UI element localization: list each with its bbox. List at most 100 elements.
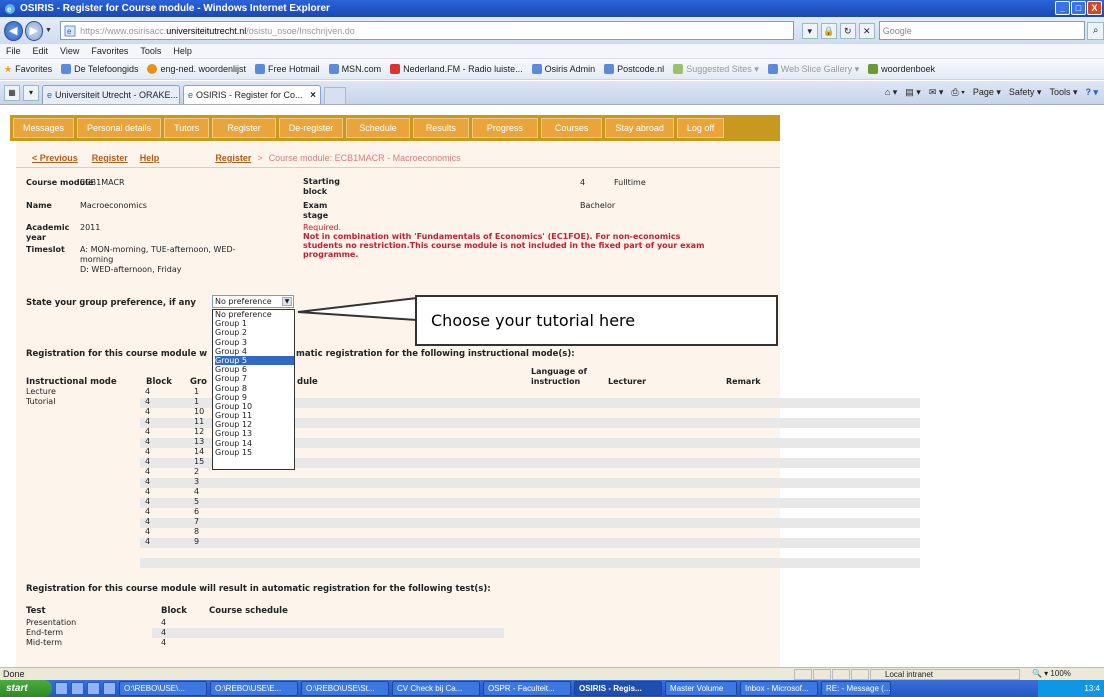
task-inbox[interactable]: Inbox - Microsof... bbox=[740, 681, 818, 696]
nav-schedule[interactable]: Schedule bbox=[346, 118, 410, 138]
nav-courses[interactable]: Courses bbox=[540, 118, 603, 138]
option-item[interactable]: Group 4 bbox=[215, 347, 294, 356]
address-input[interactable]: e https://www.osirisacc. universiteitutre… bbox=[60, 21, 794, 40]
option-item[interactable]: Group 3 bbox=[215, 338, 294, 347]
option-item[interactable]: Group 15 bbox=[215, 448, 294, 457]
option-item[interactable]: Group 11 bbox=[215, 411, 294, 420]
fav-telefoongids[interactable]: De Telefoongids bbox=[61, 64, 138, 74]
print-icon[interactable]: ⎙ ▾ bbox=[951, 87, 964, 98]
name-label: Name bbox=[26, 201, 52, 210]
maximize-button[interactable]: □ bbox=[1071, 1, 1086, 15]
option-item[interactable]: Group 14 bbox=[215, 439, 294, 448]
new-tab-button[interactable] bbox=[324, 87, 346, 104]
refresh-icon[interactable]: ↻ bbox=[839, 22, 856, 39]
tools-menu[interactable]: Tools ▾ bbox=[1049, 87, 1077, 98]
search-icon[interactable]: ⌕ bbox=[1087, 21, 1104, 40]
task-osiris[interactable]: OSIRIS - Regis... bbox=[574, 681, 662, 696]
favorites-button[interactable]: ★ Favorites bbox=[4, 64, 52, 75]
status-cell bbox=[851, 669, 869, 680]
help-link[interactable]: Help bbox=[140, 153, 160, 163]
menu-file[interactable]: File bbox=[6, 46, 21, 56]
page-icon bbox=[61, 64, 72, 74]
group-preference-select[interactable]: No preference ▼ bbox=[212, 295, 294, 308]
fav-msn[interactable]: MSN.com bbox=[328, 64, 381, 74]
quicklaunch-excel-icon[interactable] bbox=[103, 682, 116, 695]
back-button[interactable]: ◀ bbox=[4, 20, 23, 41]
menu-help[interactable]: Help bbox=[173, 46, 192, 56]
address-dropdown-icon[interactable]: ▾ bbox=[801, 22, 818, 39]
menu-view[interactable]: View bbox=[60, 46, 79, 56]
nav-messages[interactable]: Messages bbox=[13, 118, 75, 138]
fav-hotmail[interactable]: Free Hotmail bbox=[255, 64, 320, 74]
fav-suggested-sites[interactable]: Suggested Sites ▾ bbox=[673, 64, 759, 75]
crumb-register-link[interactable]: Register bbox=[215, 153, 251, 163]
nav-tutors[interactable]: Tutors bbox=[164, 118, 210, 138]
start-button[interactable]: start bbox=[0, 680, 52, 697]
quicklaunch-word-icon[interactable] bbox=[87, 682, 100, 695]
menu-tools[interactable]: Tools bbox=[140, 46, 161, 56]
quicklaunch-ie-icon[interactable] bbox=[55, 682, 68, 695]
task-message[interactable]: RE: - Message (... bbox=[821, 681, 891, 696]
close-window-button[interactable]: X bbox=[1087, 1, 1102, 15]
nav-personal-details[interactable]: Personal details bbox=[77, 118, 162, 138]
option-item[interactable]: Group 10 bbox=[215, 402, 294, 411]
table-cell: 7 bbox=[194, 517, 200, 526]
forward-button[interactable]: ▶ bbox=[24, 20, 43, 41]
nav-results[interactable]: Results bbox=[412, 118, 469, 138]
page-icon: e bbox=[47, 90, 53, 100]
feeds-icon[interactable]: ▤ ▾ bbox=[905, 87, 921, 98]
option-item-highlighted[interactable]: Group 5 bbox=[215, 355, 294, 366]
fav-nederland-fm[interactable]: Nederland.FM - Radio luiste... bbox=[390, 64, 523, 74]
fav-woordenlijst[interactable]: eng-ned. woordenlijst bbox=[147, 64, 246, 74]
tab-osiris[interactable]: e OSIRIS - Register for Co... × bbox=[183, 85, 321, 104]
quicklaunch-desktop-icon[interactable] bbox=[71, 682, 84, 695]
security-zone[interactable]: Local intranet bbox=[870, 669, 1020, 680]
search-input[interactable]: Google bbox=[878, 21, 1086, 40]
mail-icon[interactable]: ✉ ▾ bbox=[929, 87, 944, 98]
fav-osiris-admin[interactable]: Osiris Admin bbox=[531, 64, 595, 74]
table-cell: 4 bbox=[161, 638, 167, 647]
tab-orakel[interactable]: e Universiteit Utrecht - ORAKE... bbox=[42, 85, 180, 104]
page-menu[interactable]: Page ▾ bbox=[973, 87, 1001, 98]
history-dropdown-icon[interactable]: ▼ bbox=[45, 27, 54, 34]
fav-postcode[interactable]: Postcode.nl bbox=[604, 64, 664, 74]
option-item[interactable]: Group 8 bbox=[215, 384, 294, 393]
task-master-volume[interactable]: Master Volume bbox=[665, 681, 737, 696]
option-item[interactable]: Group 1 bbox=[215, 319, 294, 328]
option-item[interactable]: Group 2 bbox=[215, 328, 294, 337]
minimize-button[interactable]: _ bbox=[1055, 1, 1070, 15]
option-item[interactable]: Group 12 bbox=[215, 420, 294, 429]
zoom-control[interactable]: 🔍 ▾ 100% bbox=[1024, 669, 1104, 680]
stop-icon[interactable]: ✕ bbox=[858, 22, 875, 39]
home-icon[interactable]: ⌂ ▾ bbox=[885, 87, 897, 98]
nav-de-register[interactable]: De-register bbox=[278, 118, 344, 138]
option-item[interactable]: No preference bbox=[215, 310, 294, 319]
fav-woordenboek[interactable]: woordenboek bbox=[868, 64, 935, 74]
task-ospr[interactable]: OSPR - Faculteit... bbox=[483, 681, 571, 696]
nav-stay-abroad[interactable]: Stay abroad bbox=[605, 118, 674, 138]
fav-web-slice-gallery[interactable]: Web Slice Gallery ▾ bbox=[767, 64, 859, 75]
nav-register[interactable]: Register bbox=[212, 118, 276, 138]
group-preference-options[interactable]: No preference Group 1 Group 2 Group 3 Gr… bbox=[212, 309, 295, 470]
lock-icon[interactable]: 🔒 bbox=[820, 22, 837, 39]
task-cv-check[interactable]: CV Check bij Ca... bbox=[392, 681, 480, 696]
option-item[interactable]: Group 6 bbox=[215, 365, 294, 374]
register-link[interactable]: Register bbox=[92, 153, 128, 163]
option-item[interactable]: Group 13 bbox=[215, 429, 294, 438]
menu-edit[interactable]: Edit bbox=[33, 46, 49, 56]
tab-list-icon[interactable]: ▾ bbox=[23, 85, 39, 101]
task-folder-2[interactable]: O:\REBO\USE\E... bbox=[210, 681, 298, 696]
task-folder-3[interactable]: O:\REBO\USE\St... bbox=[301, 681, 389, 696]
menu-favorites[interactable]: Favorites bbox=[91, 46, 128, 56]
help-icon[interactable]: ? ▾ bbox=[1085, 87, 1098, 98]
previous-link[interactable]: < Previous bbox=[32, 153, 78, 163]
nav-log-off[interactable]: Log off bbox=[676, 118, 725, 138]
table-cell: 4 bbox=[145, 427, 151, 436]
option-item[interactable]: Group 7 bbox=[215, 374, 294, 383]
quick-tabs-icon[interactable]: ▦ bbox=[4, 85, 20, 101]
safety-menu[interactable]: Safety ▾ bbox=[1009, 87, 1042, 98]
close-tab-icon[interactable]: × bbox=[310, 90, 316, 101]
option-item[interactable]: Group 9 bbox=[215, 393, 294, 402]
task-folder-1[interactable]: O:\REBO\USE\... bbox=[119, 681, 207, 696]
nav-progress[interactable]: Progress bbox=[471, 118, 538, 138]
